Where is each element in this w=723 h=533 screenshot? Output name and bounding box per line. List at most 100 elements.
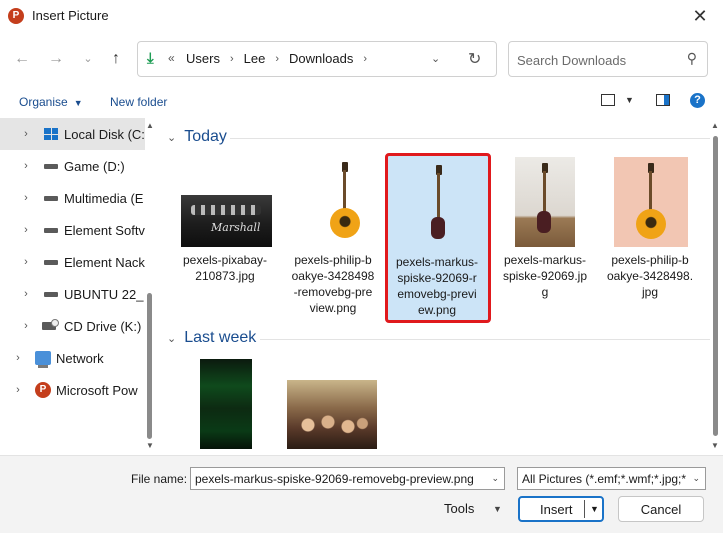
sidebar-item-game[interactable]: › Game (D:) — [0, 150, 145, 182]
drive-icon — [44, 291, 58, 297]
powerpoint-icon: P — [35, 382, 51, 398]
sidebar-item-element-software[interactable]: › Element Softv — [0, 214, 145, 246]
search-icon[interactable]: ⚲ — [687, 50, 697, 67]
chevron-right-icon[interactable]: › — [275, 53, 279, 65]
file-tile-selected[interactable]: pexels-markus- spiske-92069-r emovebg-pr… — [385, 153, 491, 327]
sidebar-item-label: Element Nack — [64, 254, 145, 270]
file-tile[interactable] — [281, 359, 385, 454]
navigation-bar: ← → ⌄ ↑ ⤓ « Users › Lee › Downloads › ⌄ … — [0, 32, 723, 86]
insert-label: Insert — [540, 502, 573, 517]
tools-button[interactable]: Tools — [444, 501, 474, 516]
scroll-up-icon[interactable]: ▲ — [146, 121, 154, 130]
navigation-pane: › Local Disk (C: › Game (D:) › Multimedi… — [0, 117, 155, 454]
address-bar[interactable]: ⤓ « Users › Lee › Downloads › ⌄ ↻ — [137, 41, 497, 77]
sidebar-scrollbar[interactable] — [147, 293, 152, 439]
chevron-right-icon[interactable]: › — [20, 320, 32, 332]
sidebar-item-microsoft-powerpoint[interactable]: › P Microsoft Pow — [0, 374, 145, 406]
chevron-right-icon[interactable]: › — [20, 128, 32, 140]
refresh-icon[interactable]: ↻ — [468, 49, 481, 69]
chevron-down-icon[interactable]: ⌄ — [431, 52, 440, 65]
chevron-right-icon[interactable]: › — [20, 224, 32, 236]
split-divider — [584, 500, 585, 518]
chevron-down-icon[interactable]: ⌄ — [167, 131, 176, 144]
breadcrumb: Users › Lee › Downloads › — [186, 51, 367, 66]
window-title: Insert Picture — [32, 8, 109, 23]
file-name: pexels-markus- spiske-92069.jp g — [502, 253, 588, 299]
file-name-input[interactable] — [195, 471, 480, 487]
chevron-right-icon[interactable]: › — [20, 256, 32, 268]
sidebar-item-local-disk[interactable]: › Local Disk (C: — [0, 118, 145, 150]
organise-label: Organise — [19, 95, 68, 109]
new-folder-button[interactable]: New folder — [110, 95, 167, 109]
chevron-right-icon[interactable]: › — [12, 384, 24, 396]
chevron-right-icon[interactable]: › — [20, 160, 32, 172]
sidebar-item-label: Microsoft Pow — [56, 382, 138, 398]
image-thumbnail — [409, 161, 469, 247]
thumbnail-logo: Marshall — [211, 221, 261, 234]
caret-down-icon[interactable]: ▼ — [590, 504, 599, 514]
file-name-label: File name: — [131, 472, 188, 486]
caret-down-icon: ▼ — [73, 98, 83, 108]
help-icon[interactable]: ? — [690, 93, 705, 108]
cancel-button[interactable]: Cancel — [618, 496, 704, 522]
sidebar-item-cd-drive[interactable]: › CD Drive (K:) — [0, 310, 145, 342]
group-header-today[interactable]: ⌄ Today — [167, 128, 227, 146]
caret-down-icon[interactable]: ▼ — [625, 95, 634, 105]
image-thumbnail — [200, 359, 252, 449]
organise-button[interactable]: Organise ▼ — [19, 95, 83, 109]
drive-icon — [44, 195, 58, 201]
file-type-select[interactable]: All Pictures (*.emf;*.wmf;*.jpg;* ⌄ — [517, 467, 706, 490]
sidebar-item-label: Element Softv — [64, 222, 145, 238]
recent-locations-button[interactable]: ⌄ — [76, 48, 100, 70]
sidebar-item-network[interactable]: › Network — [0, 342, 145, 374]
file-tile[interactable]: pexels-philip-b oakye-3428498 -removebg-… — [281, 153, 385, 315]
chevron-right-icon[interactable]: › — [363, 53, 367, 65]
scroll-up-icon[interactable]: ▲ — [711, 121, 719, 130]
scroll-down-icon[interactable]: ▼ — [146, 441, 154, 450]
breadcrumb-lee[interactable]: Lee — [244, 51, 266, 66]
group-header-last-week[interactable]: ⌄ Last week — [167, 329, 256, 347]
chevron-right-icon[interactable]: › — [20, 192, 32, 204]
chevron-down-icon[interactable]: ⌄ — [692, 473, 700, 484]
chevron-down-icon[interactable]: ⌄ — [167, 332, 176, 345]
sidebar-item-ubuntu[interactable]: › UBUNTU 22_ — [0, 278, 145, 310]
downloads-icon: ⤓ — [147, 50, 154, 67]
drive-icon — [44, 163, 58, 169]
file-name: pexels-pixabay- 210873.jpg — [182, 253, 268, 283]
group-title: Last week — [184, 329, 257, 346]
preview-pane-icon[interactable] — [656, 94, 670, 106]
chevron-right-icon[interactable]: › — [12, 352, 24, 364]
image-thumbnail — [287, 380, 377, 449]
close-button[interactable]: ✕ — [687, 4, 713, 28]
view-icon[interactable] — [601, 94, 615, 106]
up-button[interactable]: ↑ — [104, 48, 128, 70]
title-bar: P Insert Picture ✕ — [0, 0, 723, 32]
caret-down-icon[interactable]: ▼ — [493, 504, 502, 514]
chevron-right-icon[interactable]: › — [230, 53, 234, 65]
breadcrumb-users[interactable]: Users — [186, 51, 220, 66]
search-box: ⚲ — [508, 41, 708, 77]
breadcrumb-overflow[interactable]: « — [168, 51, 175, 65]
file-list-scrollbar[interactable] — [713, 136, 718, 436]
sidebar-item-label: CD Drive (K:) — [64, 318, 142, 334]
forward-button[interactable]: → — [44, 48, 68, 70]
back-button[interactable]: ← — [10, 48, 34, 70]
sidebar-item-label: UBUNTU 22_ — [64, 286, 144, 302]
file-tile[interactable]: pexels-markus- spiske-92069.jp g — [493, 153, 597, 313]
chevron-right-icon[interactable]: › — [20, 288, 32, 300]
file-tile[interactable]: Marshall pexels-pixabay- 210873.jpg — [173, 153, 277, 313]
chevron-down-icon[interactable]: ⌄ — [491, 473, 499, 484]
sidebar-item-label: Game (D:) — [64, 158, 125, 174]
file-tile[interactable] — [173, 359, 277, 454]
breadcrumb-downloads[interactable]: Downloads — [289, 51, 353, 66]
scroll-down-icon[interactable]: ▼ — [711, 441, 719, 450]
sidebar-item-multimedia[interactable]: › Multimedia (E — [0, 182, 145, 214]
sidebar-item-label: Network — [56, 350, 104, 366]
sidebar-item-element-nack[interactable]: › Element Nack — [0, 246, 145, 278]
file-name-combobox: ⌄ — [190, 467, 505, 490]
network-icon — [35, 351, 51, 368]
search-input[interactable] — [517, 50, 677, 70]
insert-button[interactable]: Insert ▼ — [518, 496, 604, 522]
file-tile[interactable]: pexels-philip-b oakye-3428498. jpg — [598, 153, 702, 313]
file-name: pexels-philip-b oakye-3428498. jpg — [606, 253, 694, 299]
